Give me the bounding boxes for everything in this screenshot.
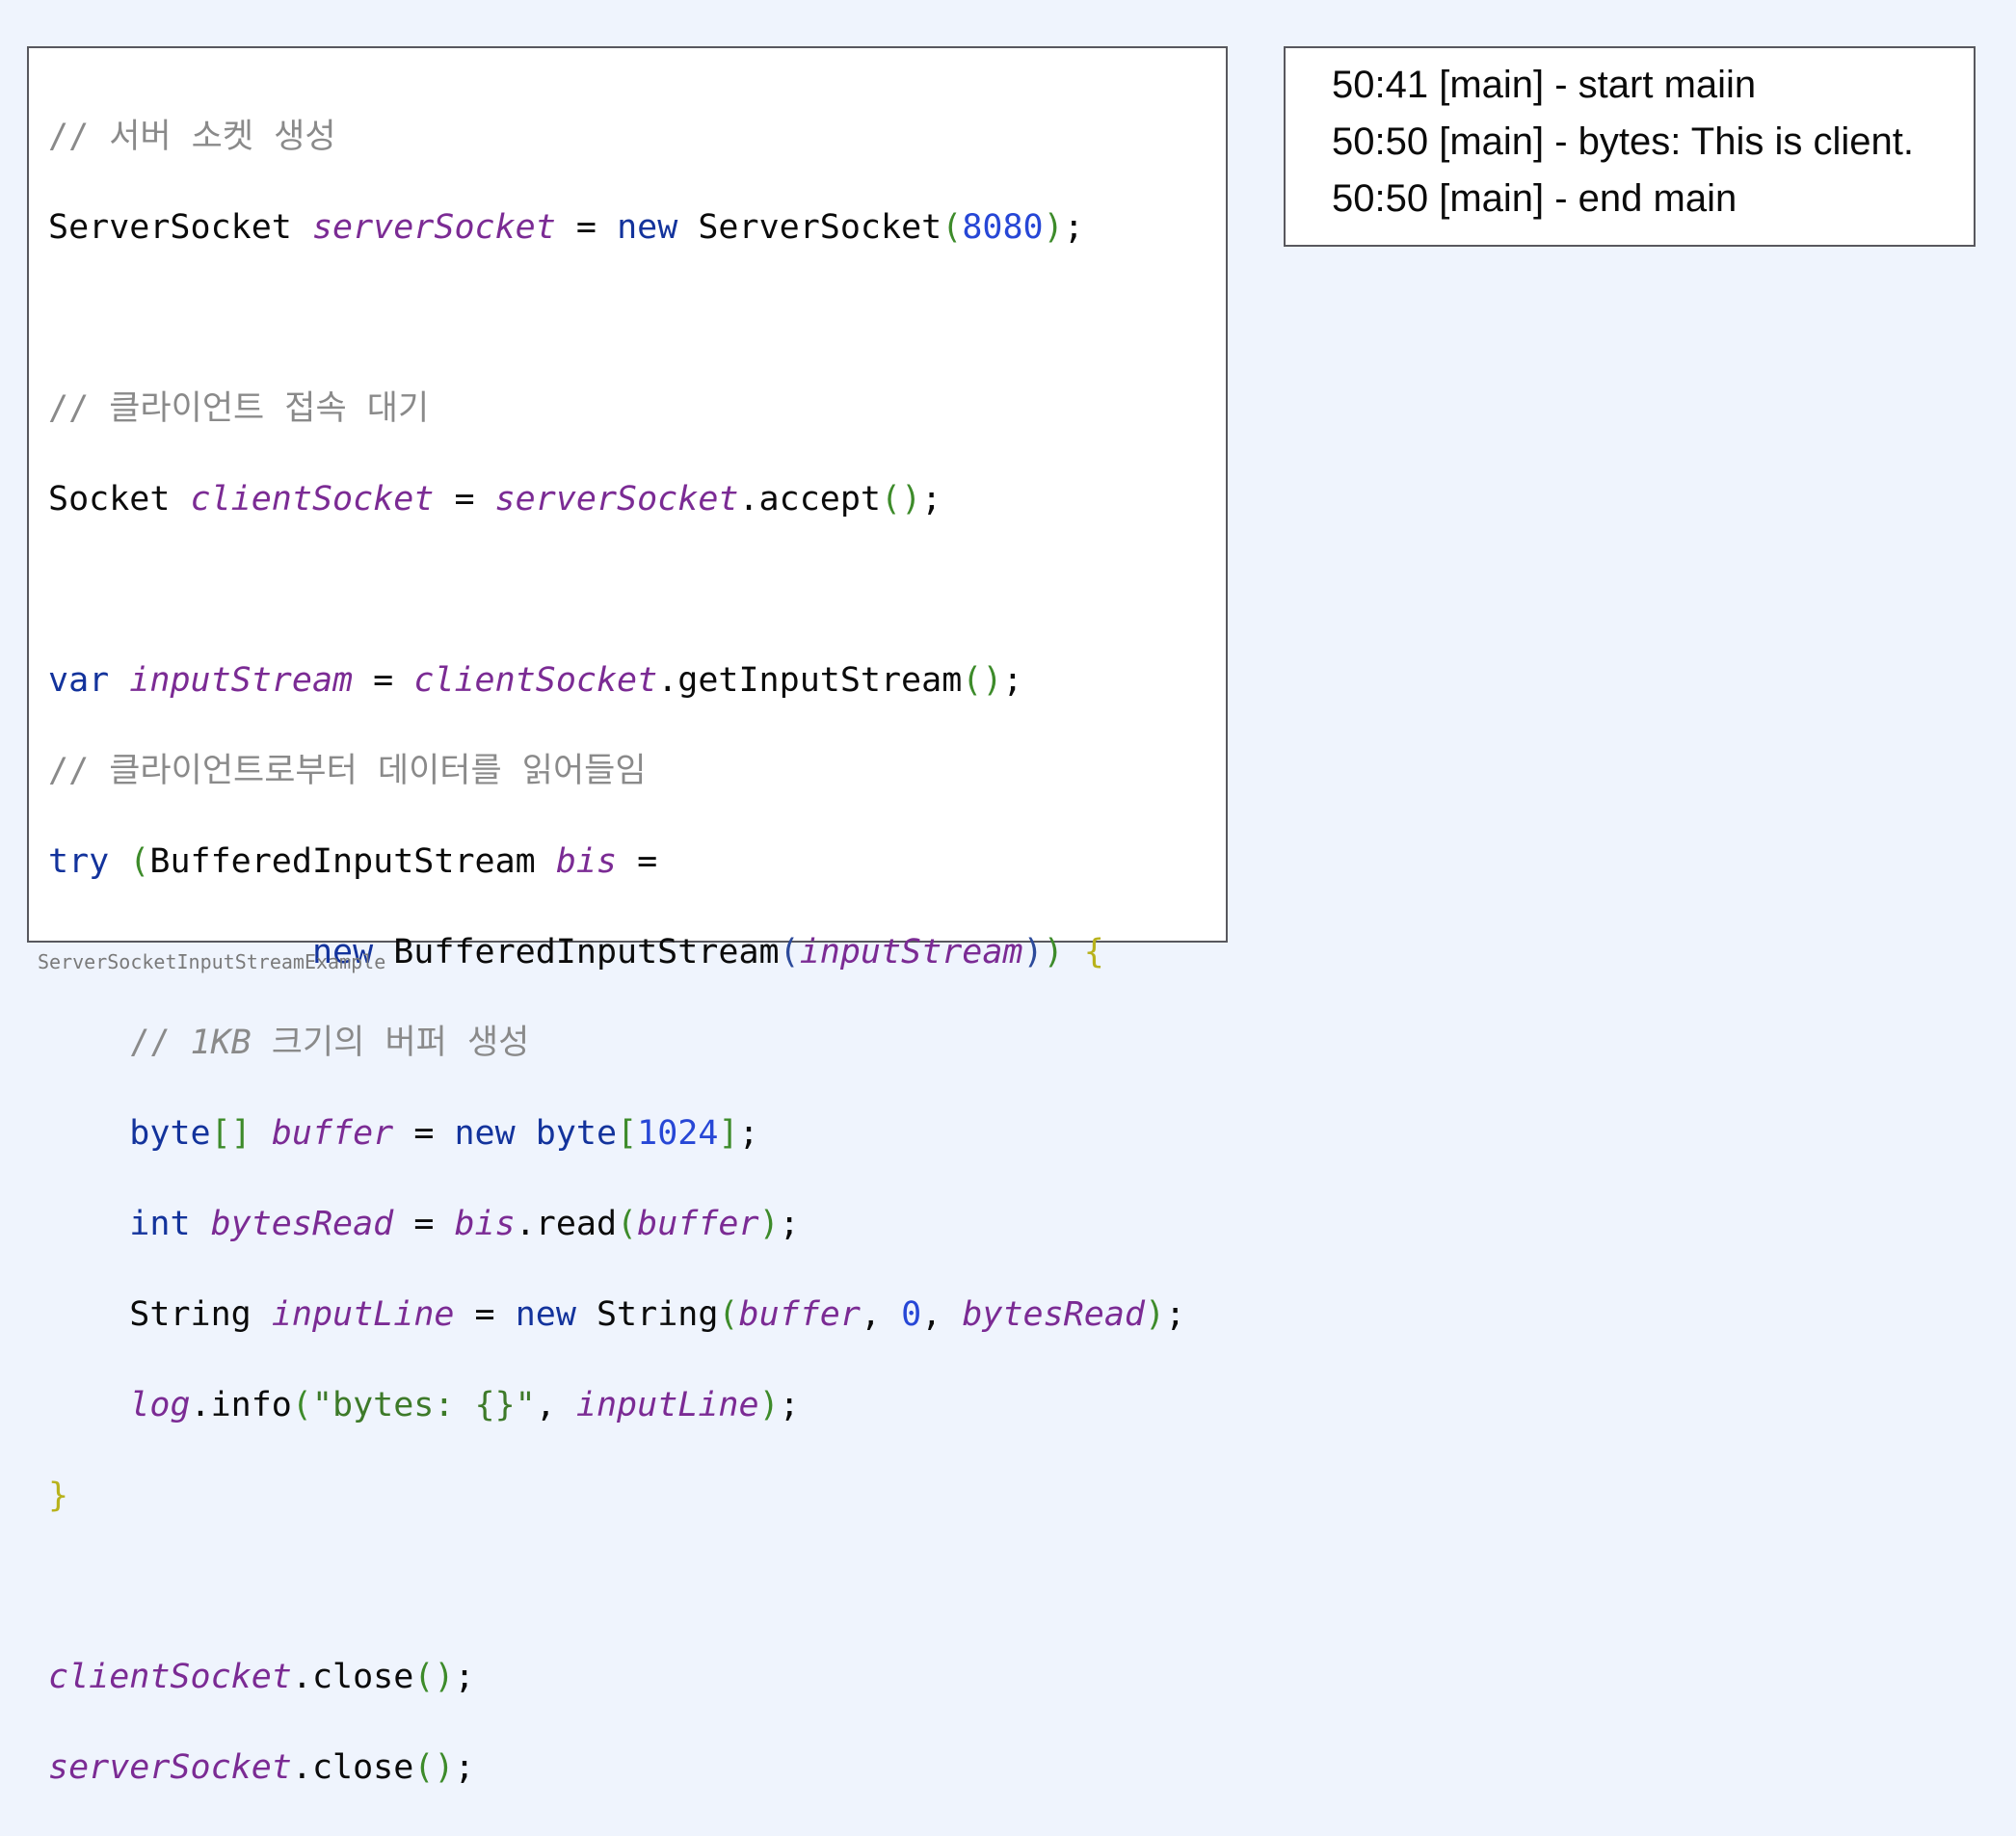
code-line: ServerSocket serverSocket = new ServerSo… xyxy=(48,208,1084,247)
code-line: Socket clientSocket = serverSocket.accep… xyxy=(48,480,942,519)
code-line: String inputLine = new String(buffer, 0,… xyxy=(129,1295,1186,1334)
code-variable: clientSocket xyxy=(190,480,435,519)
code-method: .info xyxy=(190,1386,292,1424)
code-keyword: new xyxy=(454,1114,516,1153)
code-variable: serverSocket xyxy=(494,480,739,519)
code-method: .read xyxy=(515,1205,618,1243)
code-variable: bis xyxy=(454,1205,516,1243)
code-line: } xyxy=(48,1477,69,1515)
code-variable: buffer xyxy=(738,1295,861,1334)
code-comment: 1KB xyxy=(190,1024,252,1062)
code-variable: bytesRead xyxy=(210,1205,394,1243)
code-keyword: var xyxy=(48,661,110,700)
code-keyword: try xyxy=(48,842,110,881)
code-keyword: int xyxy=(129,1205,191,1243)
code-caption: ServerSocketInputStreamExample xyxy=(38,950,386,973)
code-method: .getInputStream xyxy=(657,661,963,700)
code-line: // 클라이언트로부터 데이터를 읽어들임 xyxy=(48,749,1185,794)
code-line: clientSocket.close(); xyxy=(48,1658,475,1696)
code-line: var inputStream = clientSocket.getInputS… xyxy=(48,661,1023,700)
code-variable: bytesRead xyxy=(962,1295,1145,1334)
code-number: 1024 xyxy=(637,1114,719,1153)
code-type: BufferedInputStream xyxy=(393,933,780,971)
code-line: log.info("bytes: {}", inputLine); xyxy=(129,1386,800,1424)
code-line: serverSocket.close(); xyxy=(48,1748,475,1787)
console-output-panel: 50:41 [main] - start maiin 50:50 [main] … xyxy=(1284,46,1976,247)
code-line: // 1KB 크기의 버퍼 생성 xyxy=(48,1021,1185,1066)
code-method: .close xyxy=(291,1658,414,1696)
code-comment: // 클라이언트로부터 데이터를 읽어들임 xyxy=(48,752,647,790)
code-variable: serverSocket xyxy=(311,208,556,247)
code-type: ServerSocket xyxy=(698,208,942,247)
code-type: Socket xyxy=(48,480,171,519)
code-keyword: new xyxy=(515,1295,576,1334)
console-line: 50:50 [main] - end main xyxy=(1332,177,1737,220)
code-comment: // 서버 소켓 생성 xyxy=(48,118,336,156)
code-panel: // 서버 소켓 생성 ServerSocket serverSocket = … xyxy=(27,46,1228,1787)
code-variable: buffer xyxy=(271,1114,394,1153)
code-variable: clientSocket xyxy=(48,1658,292,1696)
code-variable: inputLine xyxy=(271,1295,455,1334)
code-type: String xyxy=(129,1295,252,1334)
code-variable: inputStream xyxy=(129,661,354,700)
code-variable: clientSocket xyxy=(413,661,658,700)
code-type: String xyxy=(596,1295,719,1334)
code-operator: = xyxy=(575,208,597,247)
code-variable: serverSocket xyxy=(48,1748,292,1787)
code-comment: 크기의 버퍼 생성 xyxy=(251,1024,530,1062)
code-string: "bytes: {}" xyxy=(311,1386,536,1424)
code-line: byte[] buffer = new byte[1024]; xyxy=(129,1114,759,1153)
code-line: try (BufferedInputStream bis = xyxy=(48,842,658,881)
code-line: // 서버 소켓 생성 xyxy=(48,115,1185,160)
code-number: 0 xyxy=(901,1295,922,1334)
console-line: 50:50 [main] - bytes: This is client. xyxy=(1332,120,1914,163)
code-comment: // xyxy=(129,1024,191,1062)
code-keyword: byte xyxy=(129,1114,211,1153)
code-line: // 클라이언트 접속 대기 xyxy=(48,386,1185,432)
code-keyword: byte xyxy=(535,1114,618,1153)
console-line: 50:41 [main] - start maiin xyxy=(1332,64,1757,106)
code-keyword: new xyxy=(617,208,678,247)
code-variable: inputStream xyxy=(799,933,1023,971)
code-type: ServerSocket xyxy=(48,208,292,247)
code-type: BufferedInputStream xyxy=(149,842,536,881)
code-comment: // 클라이언트 접속 대기 xyxy=(48,389,430,428)
code-variable: buffer xyxy=(637,1205,759,1243)
code-variable: bis xyxy=(555,842,618,881)
code-variable: log xyxy=(129,1386,191,1424)
code-method: .accept xyxy=(738,480,881,519)
code-number: 8080 xyxy=(962,208,1044,247)
code-method: .close xyxy=(291,1748,414,1787)
code-line: int bytesRead = bis.read(buffer); xyxy=(129,1205,800,1243)
code-variable: inputLine xyxy=(575,1386,759,1424)
